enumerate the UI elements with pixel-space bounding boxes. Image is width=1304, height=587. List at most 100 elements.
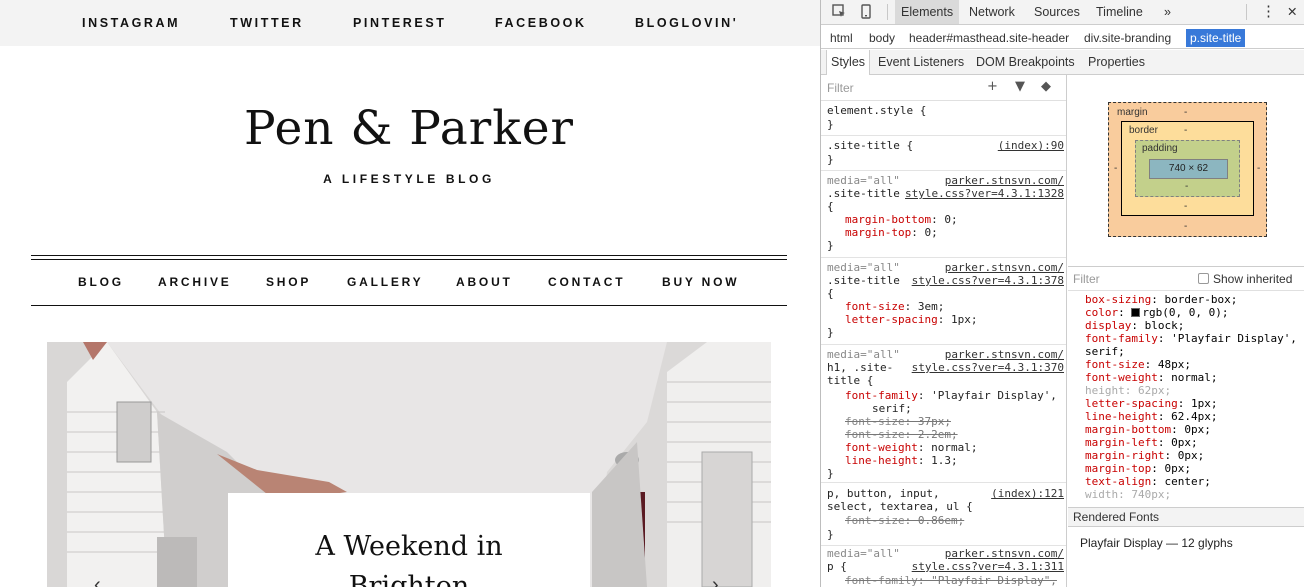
device-mode-icon[interactable]: [861, 4, 871, 22]
rule-property[interactable]: font-family: 'Playfair Display',: [845, 389, 1057, 402]
computed-property[interactable]: line-height: 62.4px;: [1085, 410, 1297, 423]
computed-property[interactable]: font-weight: normal;: [1085, 371, 1297, 384]
nav-item-buy-now[interactable]: BUY NOW: [662, 275, 739, 289]
rule-source-link[interactable]: parker.stnsvn.com/: [945, 261, 1064, 274]
new-rule-icon[interactable]: +: [987, 79, 998, 94]
computed-property[interactable]: height: 62px;: [1085, 384, 1297, 397]
rule-selector[interactable]: .site-title: [827, 274, 900, 287]
styles-filter-input[interactable]: Filter: [827, 81, 854, 95]
rule-source-link[interactable]: style.css?ver=4.3.1:1328: [905, 187, 1064, 200]
breadcrumb-site-branding[interactable]: div.site-branding: [1080, 29, 1175, 47]
toolbar-separator: [887, 4, 888, 20]
rule-source-link[interactable]: (index):121: [991, 487, 1064, 500]
rule-property[interactable]: margin-top: 0;: [845, 226, 938, 239]
rule-selector[interactable]: p, button, input,: [827, 487, 940, 500]
social-link-bloglovin[interactable]: BLOGLOVIN': [635, 16, 738, 30]
rule-property[interactable]: font-size: 3em;: [845, 300, 944, 313]
rule-property-overridden[interactable]: font-size: 2.2em;: [845, 428, 958, 441]
tab-network[interactable]: Network: [963, 0, 1021, 24]
nav-item-blog[interactable]: BLOG: [78, 275, 124, 289]
inspect-icon[interactable]: [832, 4, 846, 21]
pin-icon[interactable]: ▼: [1015, 79, 1025, 94]
rendered-fonts-header[interactable]: Rendered Fonts: [1068, 507, 1304, 527]
box-model-content[interactable]: 740 × 62: [1149, 159, 1228, 179]
rule-selector-cont[interactable]: select, textarea, ul {: [827, 500, 973, 513]
featured-post-card[interactable]: A Weekend in Brighton: [228, 493, 590, 587]
tab-styles[interactable]: Styles: [826, 50, 871, 75]
computed-property[interactable]: color: rgb(0, 0, 0);: [1085, 306, 1297, 319]
social-link-twitter[interactable]: TWITTER: [230, 16, 304, 30]
rule-selector[interactable]: .site-title {: [827, 139, 913, 152]
tab-event-listeners[interactable]: Event Listeners: [874, 50, 968, 75]
computed-property[interactable]: box-sizing: border-box;: [1085, 293, 1297, 306]
social-link-pinterest[interactable]: PINTEREST: [353, 16, 447, 30]
slider-next-arrow[interactable]: ›: [712, 574, 719, 587]
box-model-margin[interactable]: margin - - - - border - - padding - 740 …: [1108, 102, 1267, 237]
element-state-icon[interactable]: ◆: [1041, 79, 1051, 94]
tab-sources[interactable]: Sources: [1028, 0, 1086, 24]
nav-item-archive[interactable]: ARCHIVE: [158, 275, 232, 289]
rule-property[interactable]: margin-bottom: 0;: [845, 213, 958, 226]
nav-item-about[interactable]: ABOUT: [456, 275, 513, 289]
computed-property[interactable]: font-size: 48px;: [1085, 358, 1297, 371]
breadcrumb-header[interactable]: header#masthead.site-header: [905, 29, 1073, 47]
nav-item-shop[interactable]: SHOP: [266, 275, 311, 289]
computed-property[interactable]: text-align: center;: [1085, 475, 1297, 488]
rule-property[interactable]: letter-spacing: 1px;: [845, 313, 977, 326]
site-tagline: A LIFESTYLE BLOG: [323, 172, 495, 186]
rule-property-overridden[interactable]: font-size: 0.86em;: [845, 514, 964, 527]
rule-selector[interactable]: element.style {: [827, 104, 926, 117]
color-swatch[interactable]: [1131, 308, 1141, 317]
featured-post-title[interactable]: A Weekend in: [228, 531, 590, 562]
show-inherited-checkbox[interactable]: [1198, 273, 1209, 284]
rule-source-link[interactable]: (index):90: [998, 139, 1064, 152]
nav-item-contact[interactable]: CONTACT: [548, 275, 625, 289]
nav-item-gallery[interactable]: GALLERY: [347, 275, 424, 289]
rule-selector[interactable]: .site-title: [827, 187, 900, 200]
tab-elements[interactable]: Elements: [895, 0, 960, 24]
social-link-facebook[interactable]: FACEBOOK: [495, 16, 587, 30]
rule-property[interactable]: line-height: 1.3;: [845, 454, 958, 467]
rule-selector[interactable]: p {: [827, 560, 847, 573]
computed-property[interactable]: letter-spacing: 1px;: [1085, 397, 1297, 410]
rule-property-overridden[interactable]: font-family: "Playfair Display",: [845, 574, 1057, 587]
computed-property[interactable]: width: 740px;: [1085, 488, 1297, 501]
computed-filter-input[interactable]: Filter: [1073, 272, 1100, 286]
computed-property[interactable]: font-family: 'Playfair Display',: [1085, 332, 1297, 345]
rule-source-link[interactable]: parker.stnsvn.com/: [945, 348, 1064, 361]
tab-dom-breakpoints[interactable]: DOM Breakpoints: [972, 50, 1079, 75]
show-inherited-label: Show inherited: [1213, 272, 1293, 286]
breadcrumb-site-title[interactable]: p.site-title: [1186, 29, 1246, 47]
close-icon[interactable]: ✕: [1281, 0, 1303, 24]
computed-property[interactable]: margin-right: 0px;: [1085, 449, 1297, 462]
rule-selector[interactable]: h1, .site-: [827, 361, 893, 374]
box-model-border[interactable]: border - - padding - 740 × 62: [1121, 121, 1254, 216]
computed-property[interactable]: margin-top: 0px;: [1085, 462, 1297, 475]
computed-property[interactable]: margin-bottom: 0px;: [1085, 423, 1297, 436]
rule-selector-cont[interactable]: title {: [827, 374, 873, 387]
box-model-padding[interactable]: padding - 740 × 62: [1135, 140, 1240, 197]
breadcrumb-body[interactable]: body: [865, 29, 899, 47]
social-link-instagram[interactable]: INSTAGRAM: [82, 16, 180, 30]
rule-property-overridden[interactable]: font-size: 37px;: [845, 415, 951, 428]
featured-post-title-cont[interactable]: Brighton: [228, 571, 590, 587]
style-rule-element: element.style { }: [821, 101, 1066, 136]
rule-source-link[interactable]: parker.stnsvn.com/: [945, 174, 1064, 187]
more-tabs-icon[interactable]: »: [1158, 0, 1177, 24]
nav-divider-top: [31, 255, 787, 256]
site-title[interactable]: Pen & Parker: [39, 98, 779, 160]
rule-source-link[interactable]: style.css?ver=4.3.1:370: [912, 361, 1064, 374]
rule-source-link[interactable]: parker.stnsvn.com/: [945, 547, 1064, 560]
slider-prev-arrow[interactable]: ‹: [94, 574, 101, 587]
tab-properties[interactable]: Properties: [1084, 50, 1149, 75]
computed-property[interactable]: display: block;: [1085, 319, 1297, 332]
computed-property[interactable]: margin-left: 0px;: [1085, 436, 1297, 449]
rule-source-link[interactable]: style.css?ver=4.3.1:311: [912, 560, 1064, 573]
rule-media: media="all": [827, 348, 900, 361]
breadcrumb-html[interactable]: html: [826, 29, 857, 47]
rule-property[interactable]: font-weight: normal;: [845, 441, 977, 454]
tab-timeline[interactable]: Timeline: [1090, 0, 1149, 24]
devtools-panel: Elements Network Sources Timeline » ⋮ ✕ …: [820, 0, 1304, 587]
menu-icon[interactable]: ⋮: [1255, 0, 1282, 24]
rule-source-link[interactable]: style.css?ver=4.3.1:378: [912, 274, 1064, 287]
